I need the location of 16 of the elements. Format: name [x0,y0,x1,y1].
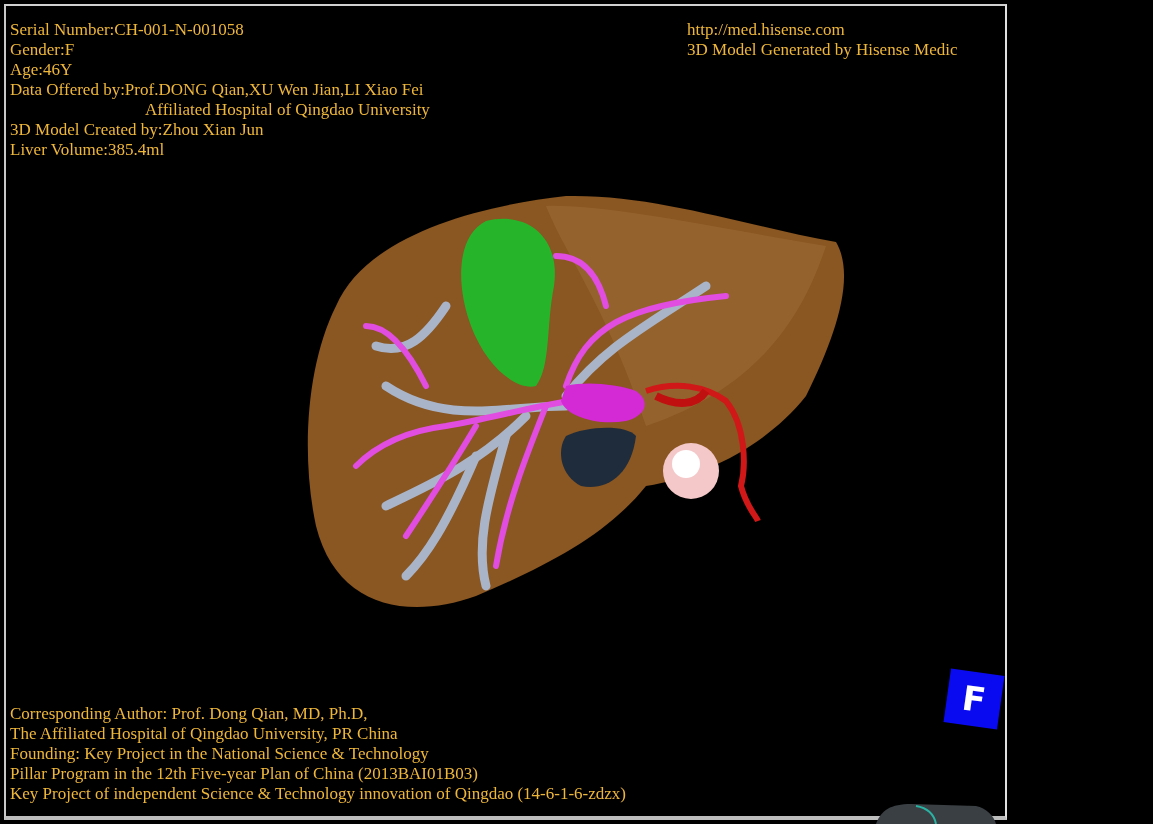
patient-info-text: 3D Model Created by:Zhou Xian Jun [10,120,265,140]
patient-info-text: Serial Number:CH-001-N-001058 [10,20,245,40]
website-url: http://med.hisense.com [687,20,846,40]
patient-info-text: Data Offered by:Prof.DONG Qian,XU Wen Jian,LI Xiao Fei [10,80,425,100]
footer-text: Key Project of independent Science & Technology innovation of Qingdao (14-6-1-6-zdzx) [10,784,627,804]
patient-info-text: Affiliated Hospital of Qingdao University [144,100,430,120]
credit-text: 3D Model Generated by Hisense Medic [687,40,959,60]
patient-info-text: Gender:F [10,40,76,60]
footer-text: Corresponding Author: Prof. Dong Qian, MD, Ph.D, [10,704,369,724]
gauge-widget-icon [876,804,996,824]
orientation-cube[interactable]: F [943,668,1005,730]
patient-info-text: Liver Volume:385.4ml [10,140,166,160]
footer-text: Pillar Program in the 12th Five-year Plan of China (2013BAI01B03) [10,764,479,784]
patient-info-text: Age:46Y [10,60,74,80]
footer-text: Founding: Key Project in the National Science & Technology [10,744,430,764]
footer-text: The Affiliated Hospital of Qingdao University, PR China [10,724,399,744]
